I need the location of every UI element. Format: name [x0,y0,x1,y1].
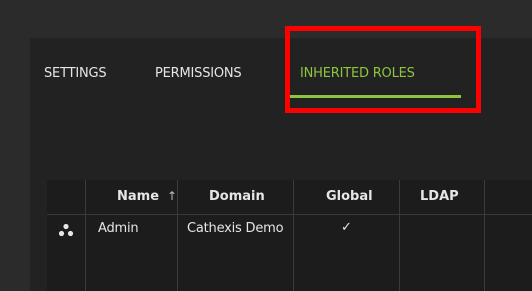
tab-inherited-roles[interactable]: INHERITED ROLES [300,66,415,81]
role-group-icon [58,223,74,237]
tab-permissions[interactable]: PERMISSIONS [155,66,242,81]
check-icon: ✓ [341,220,352,235]
arrow-up-icon[interactable]: ↑ [167,189,177,203]
tab-settings[interactable]: SETTINGS [44,66,107,81]
column-header-global[interactable]: Global [326,189,373,204]
column-divider [85,180,86,291]
role-tabs: SETTINGS PERMISSIONS INHERITED ROLES [30,38,532,98]
column-header-domain[interactable]: Domain [209,189,265,204]
column-divider [177,180,178,291]
column-divider [484,180,485,291]
row-name[interactable]: Admin [98,221,139,236]
active-tab-indicator [289,95,461,98]
column-divider [399,180,400,291]
column-header-ldap[interactable]: LDAP [420,189,459,204]
column-header-name[interactable]: Name [117,189,159,204]
row-domain: Cathexis Demo [187,221,284,236]
column-divider [293,180,294,291]
inherited-roles-table: Name ↑ Domain Global LDAP Admin Cathexis… [47,180,532,291]
